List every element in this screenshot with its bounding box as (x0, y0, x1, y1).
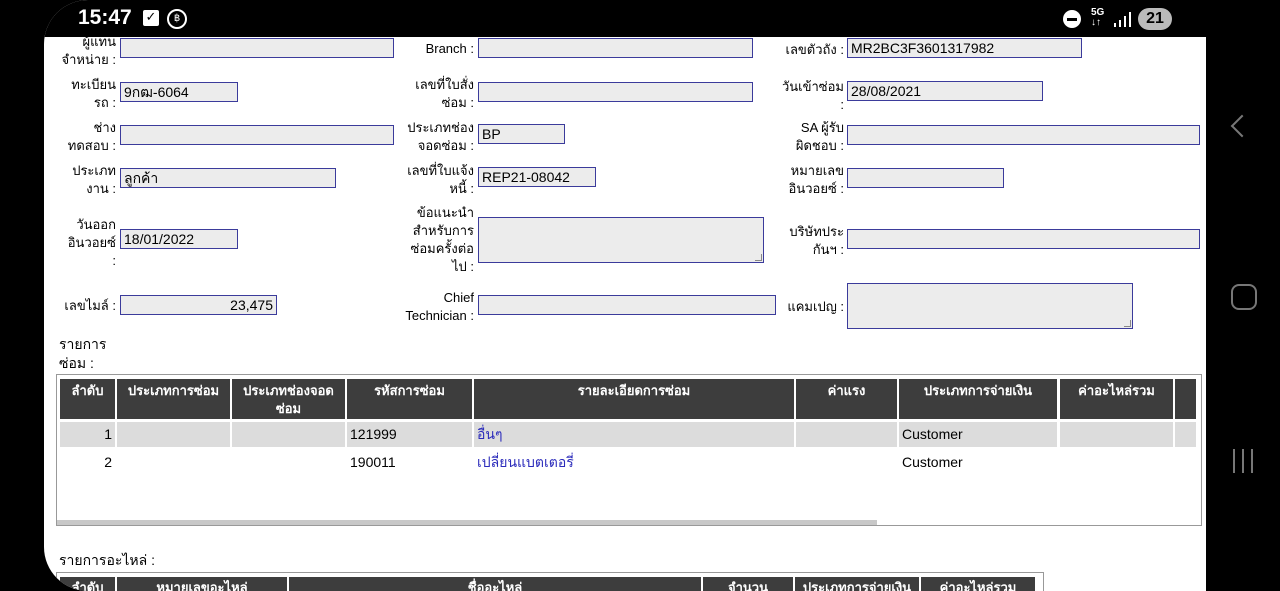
job-type-label: ประเภท งาน : (72, 163, 116, 196)
debt-notice-field[interactable]: REP21-08042 (478, 167, 596, 187)
advice-textarea[interactable] (478, 217, 764, 263)
table-row-2-no: 2 (104, 454, 112, 470)
table-row-2-detail-link[interactable]: เปลี่ยนแบตเตอรี่ (474, 450, 794, 475)
repair-table: ลำดับ ประเภทการซ่อม ประเภทช่องจอด ซ่อม ร… (56, 374, 1202, 526)
recent-apps-icon[interactable] (1231, 449, 1255, 473)
sa-label: SA ผู้รับ ผิดชอบ : (795, 120, 844, 153)
col-header-repair-type[interactable]: ประเภทการซ่อม (117, 379, 230, 419)
table-row-2-bay-type (232, 450, 345, 475)
checkbox-notification-icon: ✓ (143, 10, 159, 26)
table-row-1-extra (1175, 422, 1196, 447)
parts-col-header-part-name[interactable]: ชื่ออะไหล่ (289, 577, 701, 591)
service-date-field[interactable]: 28/08/2021 (847, 81, 1043, 101)
table-row-1-no: 1 (60, 422, 115, 447)
table-row-1-labor (796, 422, 897, 447)
chief-tech-field[interactable] (478, 295, 776, 315)
table-row-2-repair-type (117, 450, 230, 475)
parts-col-header-part-no[interactable]: หมายเลขอะไหล่ (117, 577, 287, 591)
branch-label: Branch : (425, 41, 474, 56)
do-not-disturb-icon (1063, 10, 1081, 28)
col-header-extra (1175, 379, 1196, 419)
debt-notice-label: เลขที่ใบแจ้ง หนี้ : (407, 163, 474, 196)
dealer-label: ผู้แทน จำหน่าย : (61, 34, 116, 67)
repair-section-title: รายการ ซ่อม : (59, 336, 107, 371)
repair-order-field[interactable] (478, 82, 753, 102)
android-nav-bar (1206, 0, 1280, 591)
status-time: 15:47 (78, 6, 132, 29)
bay-type-label: ประเภทช่อง จอดซ่อม : (407, 120, 474, 153)
back-icon[interactable] (1230, 114, 1254, 138)
dealer-field[interactable] (120, 38, 394, 58)
signal-icon (1114, 12, 1131, 27)
chassis-field[interactable]: MR2BC3F3601317982 (847, 38, 1082, 58)
bay-type-field[interactable]: BP (478, 124, 565, 144)
battery-icon: 21 (1138, 8, 1172, 30)
table-row-2-labor (796, 450, 897, 475)
parts-table: ลำดับ หมายเลขอะไหล่ ชื่ออะไหล่ จำนวน ประ… (56, 572, 1044, 591)
repair-order-label: เลขที่ใบสั่ง ซ่อม : (415, 77, 474, 110)
mileage-label: เลขไมล์ : (64, 298, 116, 313)
campaign-label: แคมเปญ : (787, 299, 844, 314)
status-bar: 15:47 ✓ ฿ 5G ↓↑ 21 (44, 0, 1206, 37)
home-icon[interactable] (1231, 284, 1257, 310)
col-header-bay-type[interactable]: ประเภทช่องจอด ซ่อม (232, 379, 345, 419)
table-row-1-payment: Customer (899, 422, 1057, 447)
table-row-2-payment: Customer (902, 454, 963, 470)
plate-label: ทะเบียน รถ : (71, 77, 116, 110)
parts-col-header-payment[interactable]: ประเภทการจ่ายเงิน (795, 577, 919, 591)
col-header-parts-total[interactable]: ค่าอะไหล่รวม (1060, 379, 1173, 419)
parts-col-header-total[interactable]: ค่าอะไหล่รวม (921, 577, 1035, 591)
table-row-1-bay-type (232, 422, 345, 447)
insurer-label: บริษัทประ กันฯ : (789, 224, 844, 257)
col-header-payment[interactable]: ประเภทการจ่ายเงิน (899, 379, 1057, 419)
chassis-label: เลขตัวถัง : (785, 42, 844, 57)
parts-section-title: รายการอะไหล่ : (59, 552, 155, 568)
table-row-1-detail-link[interactable]: อื่นๆ (474, 422, 794, 447)
advice-label: ข้อแนะนำ สำหรับการ ซ่อมครั้งต่อ ไป : (410, 205, 474, 274)
service-form: ผู้แทน จำหน่าย : Branch : เลขตัวถัง : MR… (44, 34, 1206, 591)
notification-circle-icon: ฿ (167, 9, 187, 29)
test-tech-field[interactable] (120, 125, 394, 145)
col-header-no[interactable]: ลำดับ (60, 379, 115, 419)
mileage-field[interactable]: 23,475 (120, 295, 277, 315)
table-row-1-parts-total (1060, 422, 1173, 447)
sa-field[interactable] (847, 125, 1200, 145)
test-tech-label: ช่าง ทดสอบ : (67, 120, 116, 153)
invoice-date-field[interactable]: 18/01/2022 (120, 229, 238, 249)
parts-col-header-qty[interactable]: จำนวน (703, 577, 793, 591)
table-row-1-repair-type (117, 422, 230, 447)
parts-col-header-no[interactable]: ลำดับ (60, 577, 115, 591)
plate-field[interactable]: 9กฒ-6064 (120, 82, 238, 102)
insurer-field[interactable] (847, 229, 1200, 249)
phone-screen: 15:47 ✓ ฿ 5G ↓↑ 21 ผู้แทน จำหน่าย : Branc… (44, 0, 1206, 591)
invoice-date-label: วันออก อินวอยซ์ : (67, 217, 116, 268)
campaign-textarea[interactable] (847, 283, 1133, 329)
table-row-2-code: 190011 (350, 454, 396, 470)
col-header-code[interactable]: รหัสการซ่อม (347, 379, 472, 419)
invoice-no-field[interactable] (847, 168, 1004, 188)
service-date-label: วันเข้าซ่อม : (781, 79, 844, 112)
table-row-2-parts-total (1060, 450, 1173, 475)
job-type-field[interactable]: ลูกค้า (120, 168, 336, 188)
invoice-no-label: หมายเลข อินวอยซ์ : (788, 163, 844, 196)
branch-field[interactable] (478, 38, 753, 58)
network-type-label: 5G ↓↑ (1091, 7, 1105, 28)
col-header-detail[interactable]: รายละเอียดการซ่อม (474, 379, 794, 419)
chief-tech-label: Chief Technician : (405, 290, 474, 323)
table-row-1-code: 121999 (347, 422, 472, 447)
table-horizontal-scrollbar[interactable] (57, 520, 877, 525)
col-header-labor[interactable]: ค่าแรง (796, 379, 897, 419)
